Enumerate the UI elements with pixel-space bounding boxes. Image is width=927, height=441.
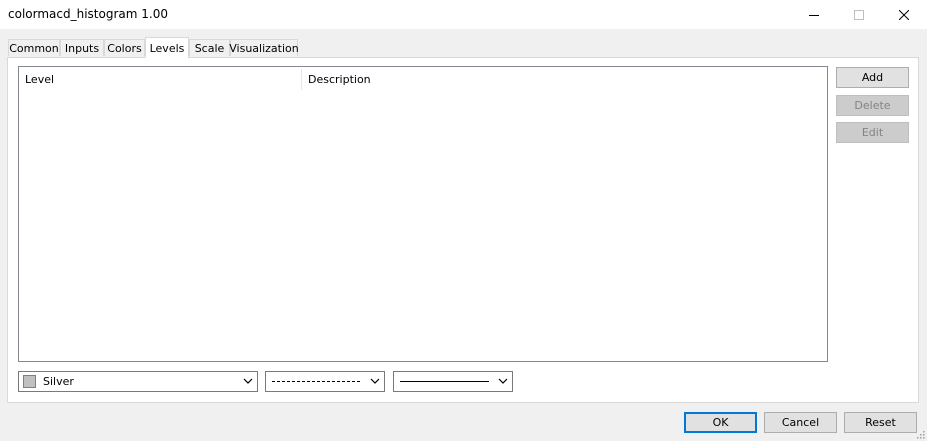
window-title: colormacd_histogram 1.00 bbox=[8, 7, 168, 21]
minimize-button[interactable] bbox=[791, 0, 837, 29]
tab-inputs[interactable]: Inputs bbox=[60, 39, 104, 56]
tab-visualization[interactable]: Visualization bbox=[229, 39, 299, 56]
maximize-icon bbox=[854, 9, 864, 20]
tab-colors[interactable]: Colors bbox=[104, 39, 145, 56]
close-button[interactable] bbox=[881, 0, 927, 29]
color-swatch bbox=[23, 375, 36, 388]
tab-common[interactable]: Common bbox=[8, 39, 60, 56]
chevron-down-icon bbox=[243, 378, 253, 384]
color-select-value: Silver bbox=[43, 375, 74, 388]
resize-grip-icon[interactable] bbox=[915, 429, 925, 439]
line-style-select[interactable] bbox=[265, 371, 385, 392]
line-width-select[interactable] bbox=[393, 371, 513, 392]
solid-line-preview bbox=[400, 381, 489, 382]
close-icon bbox=[899, 9, 909, 20]
minimize-icon bbox=[809, 14, 819, 16]
delete-button[interactable]: Delete bbox=[836, 95, 909, 116]
list-header: Level Description bbox=[19, 67, 827, 92]
color-select[interactable]: Silver bbox=[18, 371, 258, 392]
reset-button[interactable]: Reset bbox=[844, 412, 917, 433]
add-button[interactable]: Add bbox=[836, 67, 909, 88]
cancel-button[interactable]: Cancel bbox=[764, 412, 837, 433]
dashed-line-preview bbox=[272, 381, 360, 382]
levels-list[interactable]: Level Description bbox=[18, 66, 828, 362]
edit-button[interactable]: Edit bbox=[836, 122, 909, 143]
tab-levels[interactable]: Levels bbox=[145, 37, 189, 58]
column-header-level[interactable]: Level bbox=[19, 67, 301, 92]
tab-scale[interactable]: Scale bbox=[189, 39, 230, 56]
title-bar: colormacd_histogram 1.00 bbox=[0, 0, 927, 29]
chevron-down-icon bbox=[370, 378, 380, 384]
chevron-down-icon bbox=[498, 378, 508, 384]
maximize-button bbox=[836, 0, 882, 29]
ok-button[interactable]: OK bbox=[684, 412, 757, 433]
column-header-description[interactable]: Description bbox=[302, 67, 822, 92]
